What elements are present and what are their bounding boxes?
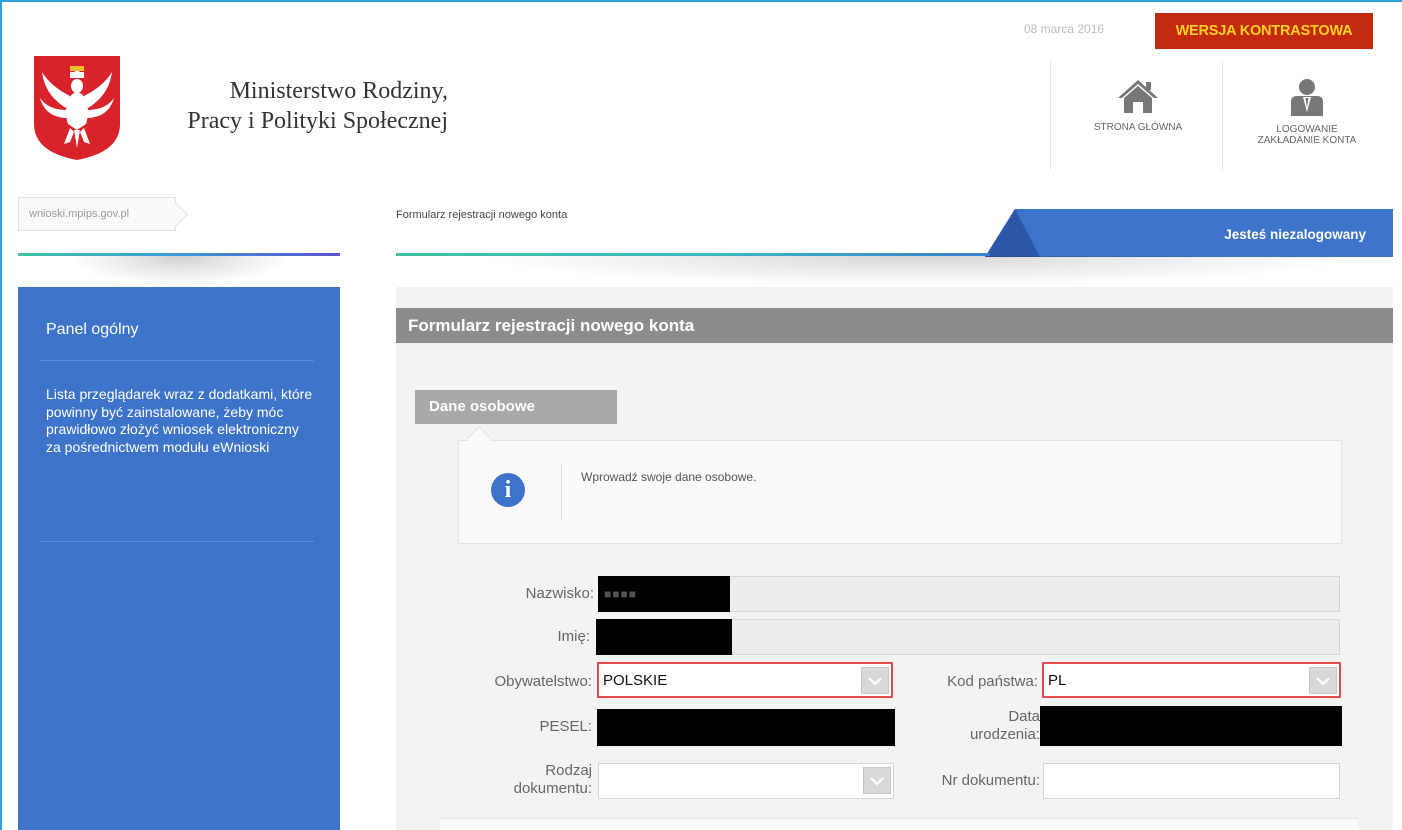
login-register-button[interactable]: LOGOWANIE ZAKŁADANIE KONTA (1232, 60, 1382, 170)
pesel-label: PESEL: (539, 718, 592, 735)
current-date: 08 marca 2016 (1024, 22, 1105, 36)
citizenship-dropdown-button[interactable] (861, 667, 889, 694)
citizenship-label: Obywatelstwo: (494, 673, 592, 690)
birth-date-label-line1: Data (1008, 708, 1040, 725)
panel-divider (40, 541, 314, 542)
redacted-surname: ■■■■ (598, 576, 730, 612)
document-number-field[interactable] (1043, 763, 1340, 799)
document-type-label-line2: dokumentu: (513, 780, 592, 797)
document-type-label-line1: Rodzaj (545, 762, 592, 779)
citizenship-value: POLSKIE (603, 672, 668, 689)
home-label: STRONA GŁÓWNA (1093, 122, 1183, 133)
country-code-value: PL (1048, 672, 1067, 689)
ministry-name-line1: Ministerstwo Rodziny, (229, 78, 448, 104)
breadcrumb-current: Formularz rejestracji nowego konta (396, 209, 568, 221)
ministry-name[interactable]: Ministerstwo Rodziny, Pracy i Polityki S… (136, 76, 448, 136)
document-type-select[interactable] (598, 763, 894, 799)
login-label: LOGOWANIE (1276, 124, 1338, 135)
panel-divider (40, 360, 314, 361)
country-code-select[interactable]: PL (1042, 662, 1341, 698)
home-button[interactable]: STRONA GŁÓWNA (1060, 60, 1216, 170)
redacted-pesel (597, 709, 895, 746)
side-panel: Panel ogólny Lista przeglądarek wraz z d… (18, 287, 340, 830)
info-icon: i (491, 473, 525, 507)
citizenship-select[interactable]: POLSKIE (597, 662, 893, 698)
ministry-name-line2: Pracy i Polityki Społecznej (187, 108, 448, 134)
chevron-down-icon (868, 676, 882, 685)
first-name-label: Imię: (557, 628, 590, 645)
contrast-version-button[interactable]: WERSJA KONTRASTOWA (1155, 13, 1373, 49)
section-tab-personal-data: Dane osobowe (415, 390, 617, 424)
birth-date-label: Data urodzenia: (900, 708, 1040, 744)
home-icon (1118, 80, 1158, 113)
user-icon (1291, 79, 1323, 116)
document-number-label: Nr dokumentu: (941, 772, 1040, 789)
document-type-dropdown-button[interactable] (863, 767, 891, 794)
redacted-birth-date (1040, 706, 1342, 746)
form-title: Formularz rejestracji nowego konta (396, 308, 1393, 343)
redacted-first-name (596, 619, 732, 655)
browser-list-link[interactable]: Lista przeglądarek wraz z dodatkami, któ… (46, 386, 316, 456)
breadcrumb-site[interactable]: wnioski.mpips.gov.pl (18, 197, 176, 231)
surname-label: Nazwisko: (525, 585, 594, 602)
document-type-label: Rodzaj dokumentu: (440, 762, 592, 798)
divider-shadow (70, 256, 290, 286)
chevron-down-icon (1316, 676, 1330, 685)
form-area (396, 287, 1393, 830)
info-divider (561, 463, 562, 521)
form-footer-strip (440, 818, 1358, 830)
header-divider (1222, 60, 1223, 170)
info-message: Wprowadź swoje dane osobowe. (581, 470, 757, 484)
header-divider (1050, 60, 1051, 170)
info-box (458, 440, 1342, 544)
register-label: ZAKŁADANIE KONTA (1257, 135, 1357, 146)
breadcrumb-site-label: wnioski.mpips.gov.pl (29, 208, 130, 220)
divider-shadow (480, 256, 1360, 286)
polish-eagle-emblem-icon (34, 56, 120, 160)
country-code-dropdown-button[interactable] (1309, 667, 1337, 694)
login-status-label: Jesteś niezalogowany (1224, 227, 1366, 242)
country-code-label: Kod państwa: (947, 673, 1038, 690)
panel-title[interactable]: Panel ogólny (46, 321, 139, 339)
birth-date-label-line2: urodzenia: (969, 726, 1040, 743)
chevron-down-icon (870, 776, 884, 785)
